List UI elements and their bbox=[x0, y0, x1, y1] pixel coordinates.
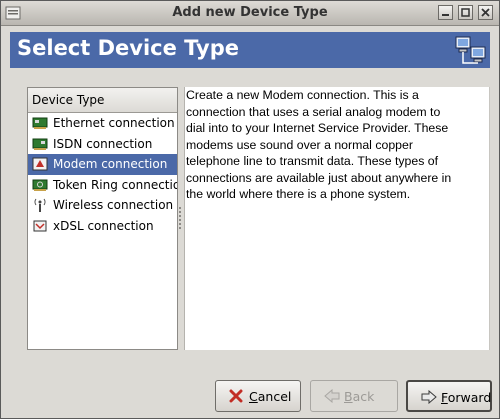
list-item-ethernet[interactable]: Ethernet connection bbox=[28, 113, 177, 134]
forward-arrow-icon bbox=[421, 389, 437, 407]
cancel-label-rest: ancel bbox=[257, 389, 292, 404]
list-item-isdn[interactable]: ISDN connection bbox=[28, 134, 177, 155]
description-line: connections are available just about any… bbox=[186, 170, 452, 185]
cancel-button[interactable]: Cancel bbox=[215, 380, 301, 412]
back-arrow-icon bbox=[324, 388, 340, 406]
list-item-label: xDSL connection bbox=[53, 218, 154, 233]
back-label-rest: ack bbox=[352, 389, 375, 404]
list-item-modem[interactable]: Modem connection bbox=[28, 154, 177, 175]
close-icon[interactable] bbox=[478, 5, 493, 20]
pane-splitter[interactable] bbox=[179, 207, 182, 231]
list-item-label: Ethernet connection bbox=[53, 116, 175, 130]
back-mnemonic: B bbox=[344, 389, 353, 404]
list-item-xdsl[interactable]: xDSL connection bbox=[28, 216, 177, 237]
description-line: dial into to your Internet Service Provi… bbox=[186, 121, 449, 135]
back-button[interactable]: Back bbox=[310, 380, 398, 412]
list-item-wireless[interactable]: Wireless connection bbox=[28, 195, 177, 216]
wireless-icon bbox=[32, 197, 48, 213]
network-computers-icon bbox=[454, 33, 488, 70]
window-title: Add new Device Type bbox=[172, 5, 328, 20]
dialog-window: Add new Device Type Select Device Type D bbox=[0, 0, 500, 419]
forward-mnemonic: F bbox=[441, 390, 448, 405]
page-title: Select Device Type bbox=[17, 36, 239, 60]
description-line: modems use sound over a normal copper bbox=[186, 137, 413, 152]
xdsl-icon bbox=[32, 218, 48, 234]
device-type-list[interactable]: Device Type Ethernet connection ISDN con… bbox=[27, 87, 178, 350]
list-item-label: ISDN connection bbox=[53, 136, 153, 151]
device-description: Create a new Modem connection. This is a… bbox=[185, 87, 489, 203]
minimize-icon[interactable] bbox=[438, 5, 453, 20]
cancel-label: Cancel bbox=[249, 389, 291, 404]
cancel-icon bbox=[229, 389, 243, 406]
back-label: Back bbox=[344, 389, 374, 404]
list-item-label: Modem connection bbox=[53, 157, 168, 171]
forward-button[interactable]: Forward bbox=[406, 380, 492, 412]
isdn-card-icon bbox=[32, 136, 48, 152]
cancel-mnemonic: C bbox=[249, 389, 258, 404]
description-line: Create a new Modem connection. This is a bbox=[186, 88, 419, 102]
forward-label-rest: orward bbox=[447, 390, 492, 405]
token-ring-card-icon bbox=[32, 177, 48, 193]
wizard-header: Select Device Type bbox=[10, 32, 490, 68]
list-item-label: Wireless connection bbox=[53, 198, 174, 212]
description-line: connection that uses a serial analog mod… bbox=[186, 104, 441, 119]
description-line: the world where there is a phone system. bbox=[186, 187, 411, 201]
list-item-token-ring[interactable]: Token Ring connection bbox=[28, 175, 177, 196]
description-panel: Create a new Modem connection. This is a… bbox=[184, 87, 490, 350]
list-column-header[interactable]: Device Type bbox=[28, 88, 177, 113]
forward-label: Forward bbox=[441, 390, 491, 405]
title-bar[interactable]: Add new Device Type bbox=[1, 1, 499, 26]
maximize-icon[interactable] bbox=[458, 5, 473, 20]
list-item-label: Token Ring connection bbox=[53, 177, 178, 192]
modem-icon bbox=[32, 156, 48, 172]
network-card-icon bbox=[32, 115, 48, 131]
description-line: telephone line to transmit data. These t… bbox=[186, 154, 439, 168]
